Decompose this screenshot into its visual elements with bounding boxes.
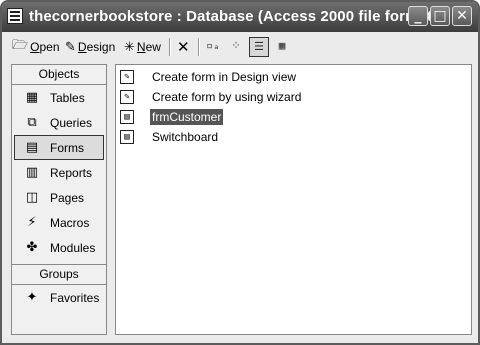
sidebar-item-macros[interactable]: ⚡ Macros: [12, 210, 106, 235]
large-icons-view-button[interactable]: ▫ₐ: [203, 37, 223, 57]
module-icon: ✤: [26, 239, 38, 255]
maximize-button[interactable]: □: [430, 6, 450, 26]
sidebar-item-tables[interactable]: ▦ Tables: [12, 85, 106, 110]
list-view-button[interactable]: ☰: [249, 37, 269, 57]
open-button[interactable]: 🗁 Open: [12, 37, 60, 57]
sidebar-item-pages[interactable]: ◫ Pages: [12, 185, 106, 210]
sidebar-item-reports[interactable]: ▥ Reports: [12, 160, 106, 185]
details-view-button[interactable]: ▦: [272, 37, 292, 57]
wizard-icon: ✎: [120, 90, 134, 104]
form-icon: ▤: [120, 110, 134, 124]
list-item-create-design-view[interactable]: ✎ Create form in Design view: [120, 68, 298, 86]
report-icon: ▥: [25, 164, 39, 180]
sidebar-item-favorites[interactable]: ✦ Favorites: [12, 285, 106, 310]
list-item-label: Switchboard: [152, 130, 219, 144]
objects-header[interactable]: Objects: [12, 65, 106, 85]
sidebar-item-label: Queries: [50, 115, 93, 130]
new-accel: N: [136, 40, 146, 54]
toolbar-separator: [198, 38, 200, 56]
delete-button[interactable]: ✕: [177, 37, 190, 57]
toolbar-separator: [169, 38, 171, 56]
database-window-icon[interactable]: [7, 8, 23, 24]
list-item-label: frmCustomer: [150, 109, 224, 125]
sidebar-item-forms[interactable]: ▤ Forms: [14, 135, 104, 160]
design-label-rest: esign: [86, 40, 116, 54]
design-button[interactable]: ✎ Design: [65, 37, 115, 57]
list-item-switchboard[interactable]: ▤ Switchboard: [120, 128, 220, 146]
new-icon: ✳: [124, 39, 135, 55]
sidebar-item-label: Macros: [50, 215, 90, 230]
sidebar-item-queries[interactable]: ⧉ Queries: [12, 110, 106, 135]
open-icon: 🗁: [12, 38, 29, 53]
title-bar[interactable]: thecornerbookstore : Database (Access 20…: [2, 2, 478, 32]
sidebar-item-label: Pages: [50, 190, 85, 205]
new-label-rest: ew: [145, 40, 161, 54]
sidebar-item-label: Forms: [50, 140, 84, 155]
small-icons-view-button[interactable]: ⁘: [226, 37, 246, 57]
sidebar-item-label: Modules: [50, 240, 96, 255]
database-window: thecornerbookstore : Database (Access 20…: [0, 0, 480, 345]
design-accel: D: [77, 40, 87, 54]
open-accel: O: [30, 40, 40, 54]
objects-bar: Objects ▦ Tables ⧉ Queries ▤ Forms ▥ Rep…: [11, 64, 107, 335]
list-item-frmcustomer[interactable]: ▤ frmCustomer: [120, 108, 224, 126]
delete-icon: ✕: [177, 39, 190, 56]
sidebar-item-label: Tables: [50, 90, 85, 105]
list-item-label: Create form by using wizard: [152, 90, 302, 104]
list-item-create-wizard[interactable]: ✎ Create form by using wizard: [120, 88, 303, 106]
minimize-button[interactable]: _: [408, 6, 428, 26]
wizard-icon: ✎: [120, 70, 134, 84]
form-icon: ▤: [120, 130, 134, 144]
design-icon: ✎: [65, 39, 76, 55]
table-icon: ▦: [25, 89, 39, 105]
toolbar: 🗁 Open ✎ Design ✳ New ✕ ▫ₐ ⁘ ☰ ▦: [2, 32, 478, 62]
favorites-icon: ✦: [26, 289, 38, 305]
macro-icon: ⚡: [27, 214, 37, 230]
list-item-label: Create form in Design view: [152, 70, 297, 84]
query-icon: ⧉: [27, 114, 37, 130]
open-label-rest: pen: [39, 40, 60, 54]
window-title: thecornerbookstore : Database (Access 20…: [29, 8, 438, 25]
form-icon: ▤: [25, 139, 39, 155]
sidebar-item-label: Favorites: [50, 290, 100, 305]
close-button[interactable]: ✕: [452, 6, 472, 26]
groups-header[interactable]: Groups: [12, 264, 106, 285]
object-list[interactable]: ✎ Create form in Design view ✎ Create fo…: [115, 64, 472, 335]
new-button[interactable]: ✳ New: [124, 37, 161, 57]
sidebar-item-modules[interactable]: ✤ Modules: [12, 235, 106, 260]
page-icon: ◫: [25, 189, 39, 205]
sidebar-item-label: Reports: [50, 165, 93, 180]
